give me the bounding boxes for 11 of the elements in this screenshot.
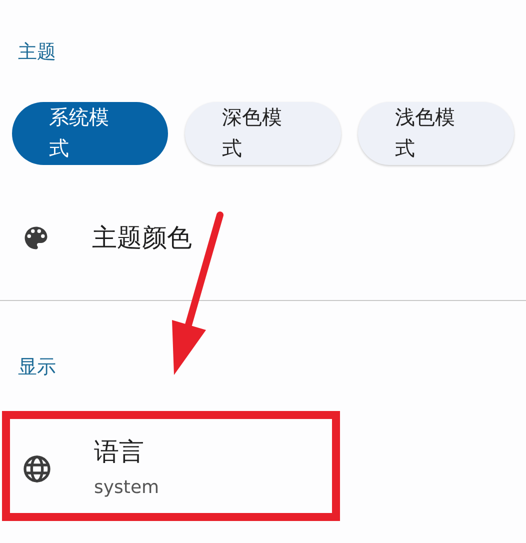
settings-item[interactable]: 语言 system: [0, 381, 526, 521]
theme-mode-chip[interactable]: 浅色模式: [358, 102, 514, 164]
settings-item[interactable]: 主题颜色: [0, 164, 526, 300]
theme-mode-chip[interactable]: 系统模式: [12, 102, 168, 164]
section-header: 主题: [18, 41, 56, 63]
globe-icon: [21, 452, 53, 484]
section-header: 显示: [18, 356, 56, 378]
item-title: 主题颜色: [92, 222, 192, 254]
theme-mode-chip[interactable]: 深色模式: [185, 102, 341, 164]
item-subtitle: system: [94, 476, 160, 500]
item-title: 语言: [94, 436, 145, 468]
